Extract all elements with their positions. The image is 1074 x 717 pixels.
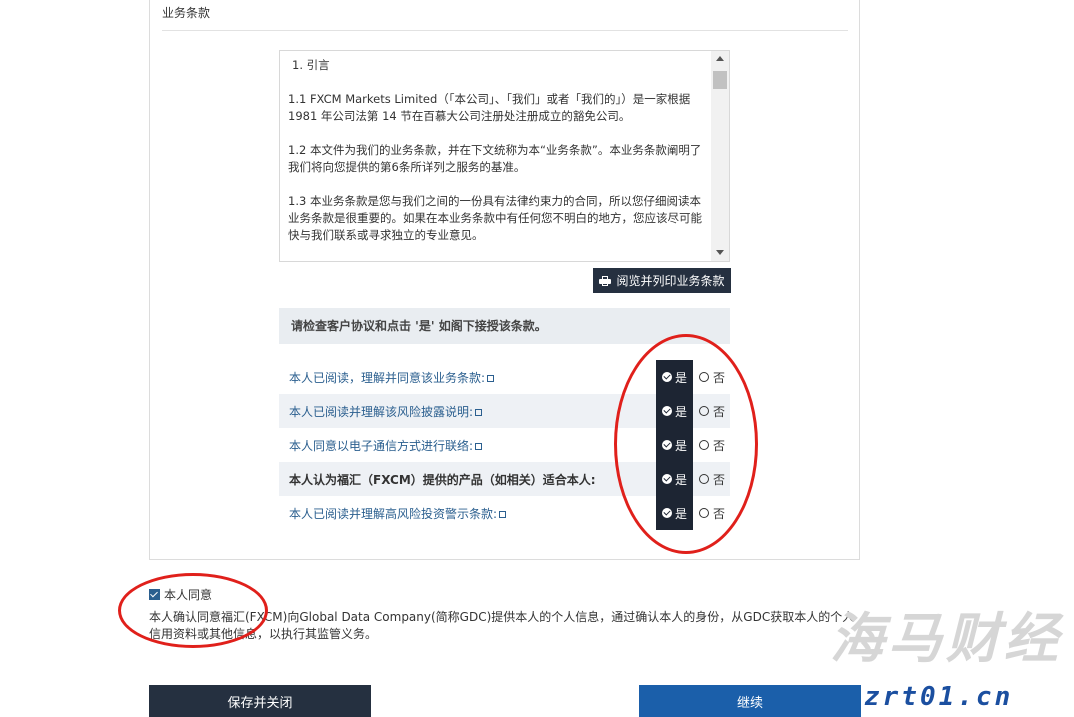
terms-paragraph: 1.2 本文件为我们的业务条款，并在下文统称为本“业务条款”。本业务条款阐明了我…: [288, 143, 702, 174]
scroll-down-arrow-icon[interactable]: [716, 250, 724, 255]
terms-scroll-box[interactable]: 1. 引言 1.1 FXCM Markets Limited（「本公司」、「我们…: [279, 50, 730, 262]
print-button-label: 阅览并列印业务条款: [616, 274, 725, 288]
terms-paragraph: 1.1 FXCM Markets Limited（「本公司」、「我们」或者「我们…: [288, 92, 691, 123]
external-link-icon: [487, 374, 495, 382]
save-and-close-button[interactable]: 保存并关闭: [149, 685, 371, 717]
terms-heading: 1. 引言: [292, 58, 330, 72]
annotation-circle: [118, 573, 268, 648]
print-terms-button[interactable]: 阅览并列印业务条款: [593, 268, 731, 293]
printer-icon: [599, 275, 612, 286]
divider: [162, 30, 848, 31]
annotation-circle: [614, 334, 758, 554]
section-title: 业务条款: [162, 6, 211, 20]
watermark-site: zrt01.cn: [864, 682, 1014, 712]
external-link-icon: [499, 510, 507, 518]
external-link-icon: [475, 442, 483, 450]
terms-content: 1. 引言 1.1 FXCM Markets Limited（「本公司」、「我们…: [288, 57, 702, 261]
scroll-thumb[interactable]: [713, 71, 727, 89]
watermark: 海马财经 zrt01.cn: [830, 606, 1070, 712]
terms-paragraph: 1.3 本业务条款是您与我们之间的一份具有法律约束力的合同，所以您仔细阅读本业务…: [288, 194, 702, 242]
watermark-brand: 海马财经: [830, 606, 1062, 670]
external-link-icon: [475, 408, 483, 416]
scrollbar[interactable]: [711, 51, 729, 261]
continue-button[interactable]: 继续: [639, 685, 861, 717]
scroll-up-arrow-icon[interactable]: [716, 56, 724, 61]
